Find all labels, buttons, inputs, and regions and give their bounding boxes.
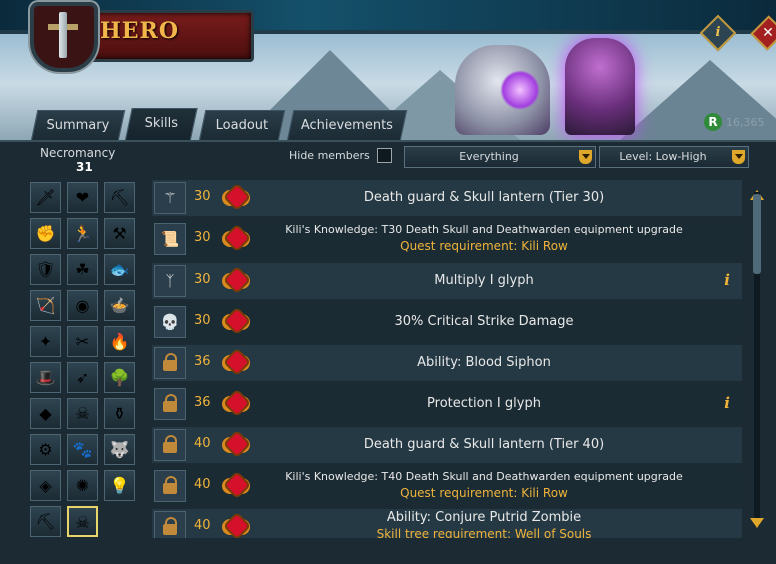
scroll-thumb[interactable] — [753, 194, 761, 274]
necromancy-skill-icon — [222, 349, 252, 377]
runecoin-icon: R — [704, 113, 722, 131]
ranged-icon[interactable]: 🏹 — [30, 290, 61, 321]
smithing-icon[interactable]: ⚒ — [104, 218, 135, 249]
runecoin-balance: 16,365 — [726, 116, 765, 129]
summoning-icon[interactable]: 🐺 — [104, 434, 135, 465]
tab-summary[interactable]: Summary — [30, 110, 126, 141]
dungeoneering-icon[interactable]: ◈ — [30, 470, 61, 501]
necromancy-skill-icon — [222, 308, 252, 336]
list-item[interactable]: 📜 30 Kili's Knowledge: T30 Death Skull a… — [152, 221, 742, 257]
sword-shield-icon — [30, 2, 98, 72]
magic-icon[interactable]: 🎩 — [30, 362, 61, 393]
attack-icon[interactable]: 🗡 — [30, 182, 61, 213]
construction-icon[interactable]: ⚙ — [30, 434, 61, 465]
list-item[interactable]: ᛉ 30 Multiply I glyph i — [152, 263, 742, 299]
tab-achievements[interactable]: Achievements — [286, 110, 408, 141]
divination-icon[interactable]: ✺ — [67, 470, 98, 501]
necromancy-skill-icon — [222, 390, 252, 418]
scrollbar[interactable] — [750, 180, 764, 538]
necromancy-skill-icon — [222, 472, 252, 500]
archaeology-icon[interactable]: ⛏ — [30, 506, 61, 537]
necromancy-skill-icon — [222, 267, 252, 295]
scroll-icon: 📜 — [154, 223, 186, 255]
chevron-down-icon — [732, 150, 745, 164]
list-item[interactable]: 40 Death guard & Skull lantern (Tier 40) — [152, 427, 742, 463]
list-item[interactable]: 40 Kili's Knowledge: T40 Death Skull and… — [152, 468, 742, 504]
necromancy-skill-icon — [222, 513, 252, 538]
constitution-icon[interactable]: ❤ — [67, 182, 98, 213]
lock-icon — [154, 470, 186, 502]
slayer-icon[interactable]: ☠ — [67, 398, 98, 429]
selected-skill-level: 31 — [76, 160, 93, 174]
lock-icon — [154, 388, 186, 420]
agility-icon[interactable]: 🏃 — [67, 218, 98, 249]
info-icon: i — [715, 25, 721, 40]
herblore-icon[interactable]: ☘ — [67, 254, 98, 285]
lock-icon — [154, 511, 186, 538]
invention-icon[interactable]: 💡 — [104, 470, 135, 501]
skull-icon: 💀 — [154, 306, 186, 338]
necromancy-skill-icon — [222, 225, 252, 253]
cooking-icon[interactable]: 🍲 — [104, 290, 135, 321]
fishing-icon[interactable]: 🐟 — [104, 254, 135, 285]
hide-members-label: Hide members — [289, 149, 370, 162]
necromancy-skill-icon — [222, 184, 252, 212]
list-item[interactable]: 40 Ability: Conjure Putrid Zombie Skill … — [152, 509, 742, 538]
prayer-icon[interactable]: ✦ — [30, 326, 61, 357]
list-item[interactable]: ⚚ 30 Death guard & Skull lantern (Tier 3… — [152, 180, 742, 216]
necromancy-skill-icon — [222, 431, 252, 459]
hero-window: HERO i ✕ Summary Skills Loadout Achievem… — [0, 0, 776, 564]
unlock-list: ⚚ 30 Death guard & Skull lantern (Tier 3… — [152, 180, 744, 538]
defence-icon[interactable]: 🛡 — [30, 254, 61, 285]
tab-loadout[interactable]: Loadout — [198, 110, 286, 141]
mining-icon[interactable]: ⛏ — [104, 182, 135, 213]
sort-select[interactable]: Level: Low-High — [599, 146, 749, 168]
fletching-icon[interactable]: ➶ — [67, 362, 98, 393]
staff-icon: ⚚ — [154, 182, 186, 214]
lock-icon — [154, 429, 186, 461]
lock-icon — [154, 347, 186, 379]
thieving-icon[interactable]: ◉ — [67, 290, 98, 321]
info-icon[interactable]: i — [724, 271, 730, 289]
woodcutting-icon[interactable]: 🌳 — [104, 362, 135, 393]
farming-icon[interactable]: ⚱ — [104, 398, 135, 429]
strength-icon[interactable]: ✊ — [30, 218, 61, 249]
tab-bar: Summary Skills Loadout Achievements — [0, 104, 776, 143]
window-title: HERO — [100, 18, 180, 44]
type-filter-select[interactable]: Everything — [404, 146, 596, 168]
tab-skills[interactable]: Skills — [124, 108, 198, 143]
selected-skill-name: Necromancy — [40, 146, 116, 160]
necromancy-icon[interactable]: ☠ — [67, 506, 98, 537]
info-icon[interactable]: i — [724, 394, 730, 412]
close-icon: ✕ — [762, 25, 774, 41]
list-item[interactable]: 💀 30 30% Critical Strike Damage — [152, 304, 742, 340]
scroll-down-icon[interactable] — [750, 518, 764, 538]
crafting-icon[interactable]: ✂ — [67, 326, 98, 357]
hide-members-checkbox[interactable] — [377, 148, 392, 163]
list-item[interactable]: 36 Ability: Blood Siphon — [152, 345, 742, 381]
glyph-icon: ᛉ — [154, 265, 186, 297]
firemaking-icon[interactable]: 🔥 — [104, 326, 135, 357]
hunter-icon[interactable]: 🐾 — [67, 434, 98, 465]
list-item[interactable]: 36 Protection I glyph i — [152, 386, 742, 422]
chevron-down-icon — [579, 150, 592, 164]
runecrafting-icon[interactable]: ◆ — [30, 398, 61, 429]
